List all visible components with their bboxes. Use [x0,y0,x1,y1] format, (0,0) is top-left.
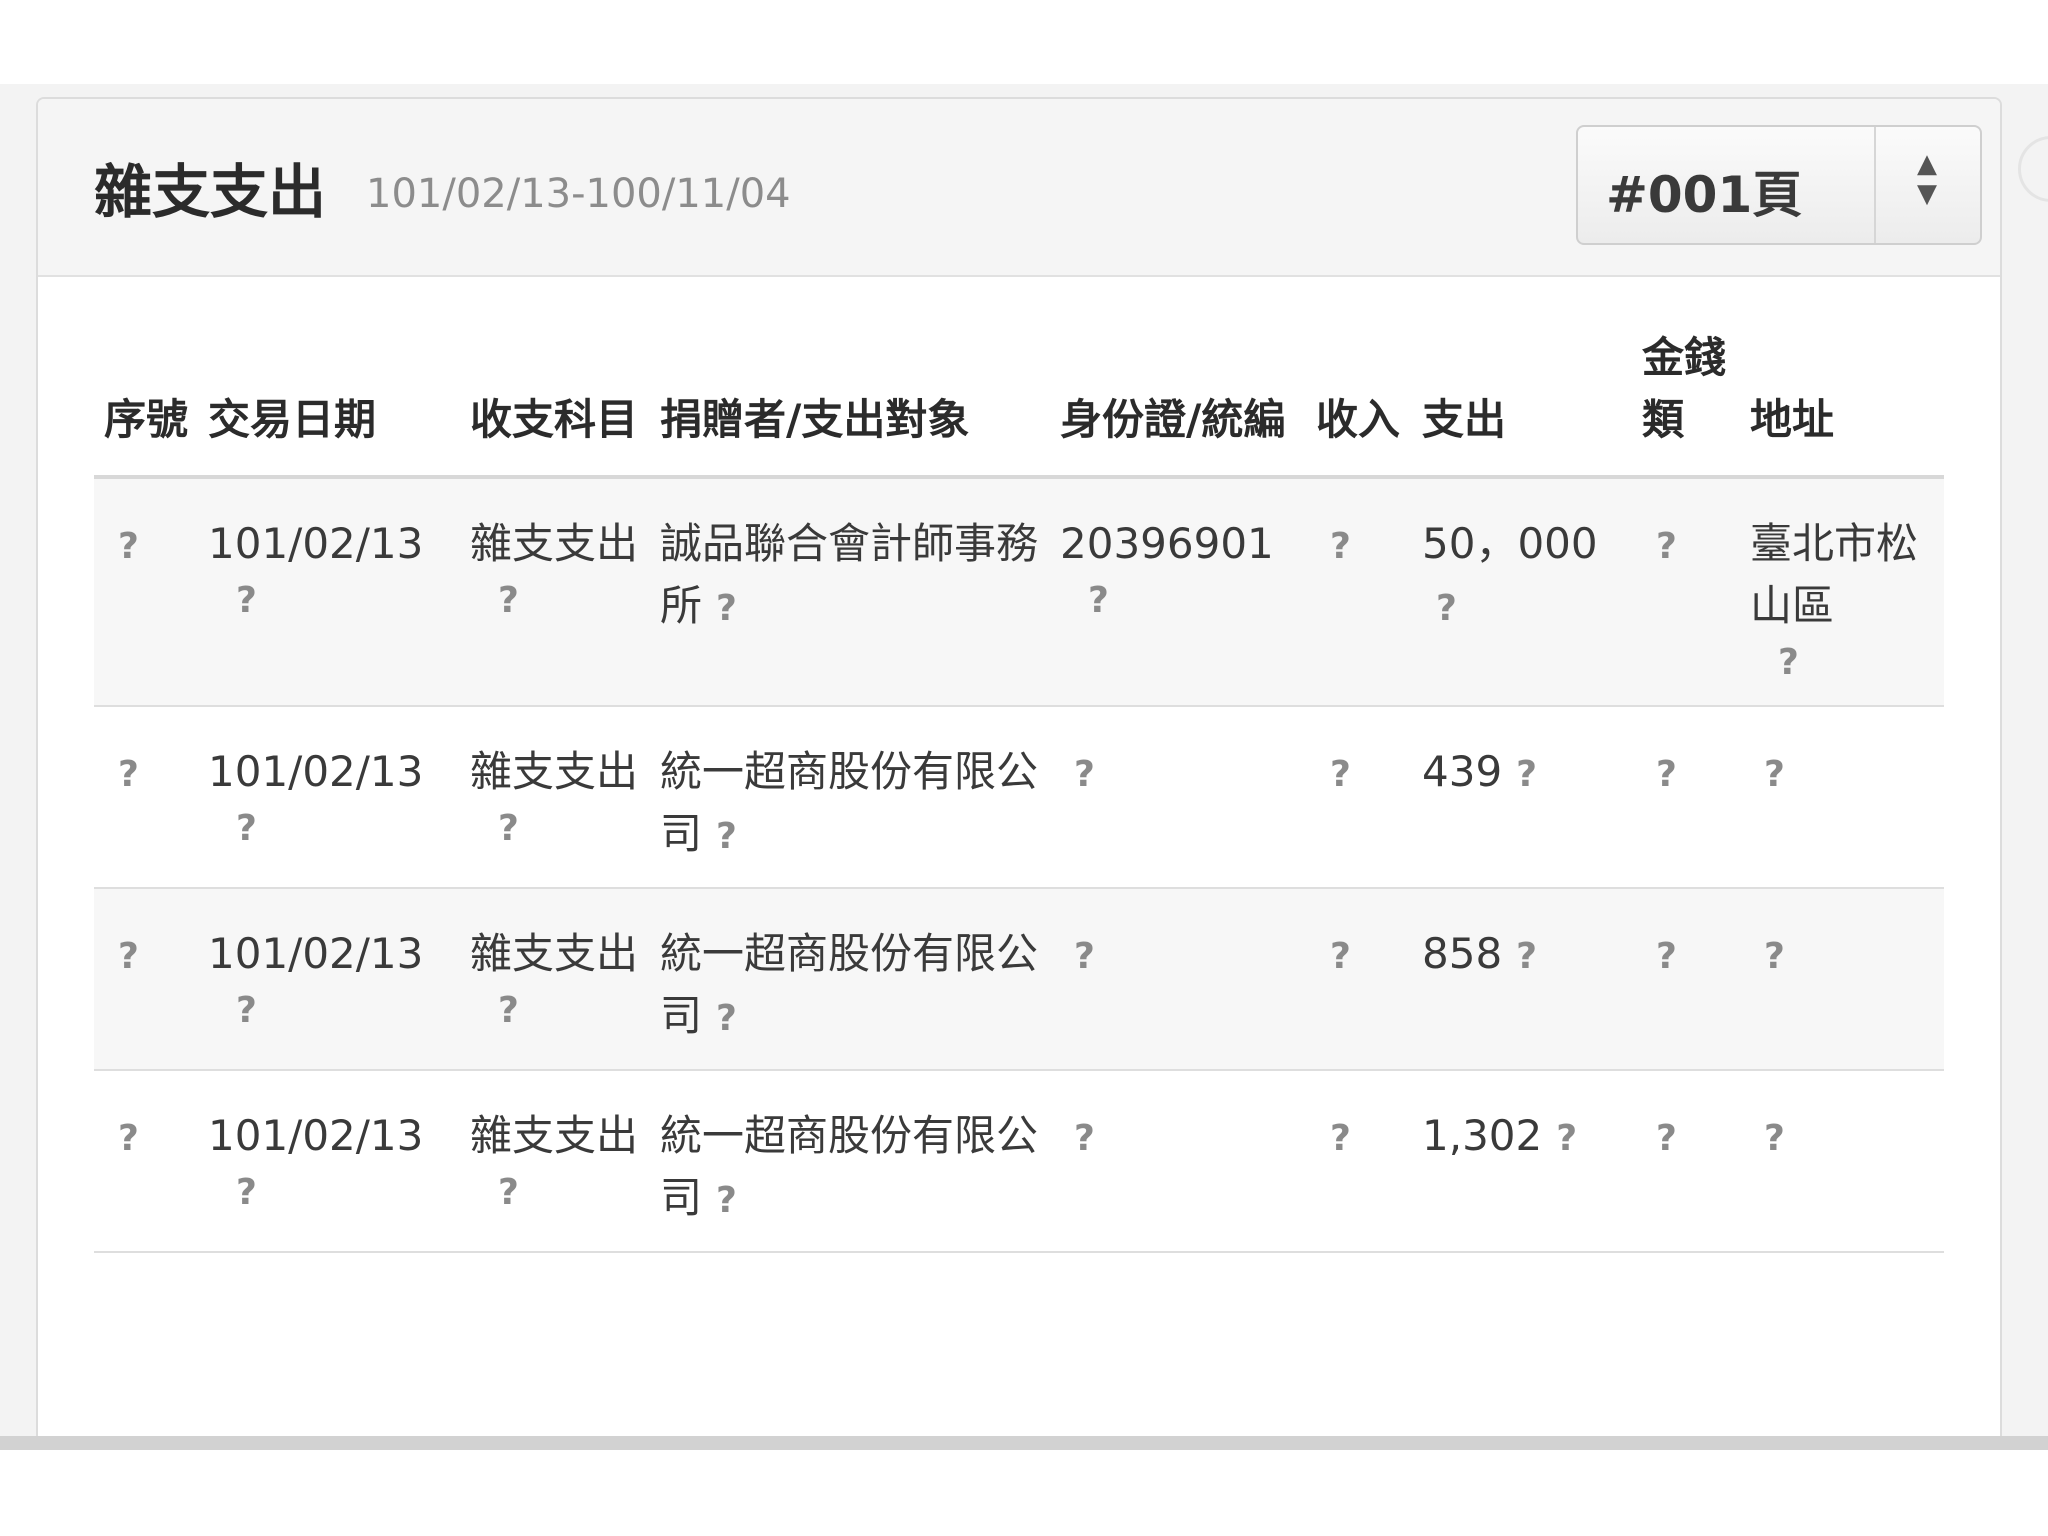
cell-expense: 439? [1412,706,1632,889]
cell-income: ? [1306,888,1412,1071]
ledger-panel: 雜支支出 101/02/13-100/11/04 #001頁 ▲ ▼ 序號 交易日… [36,97,2002,1442]
date-range: 101/02/13-100/11/04 [366,171,791,217]
cell-date: 101/02/13? [198,706,460,889]
help-icon[interactable]: ? [716,1180,737,1221]
help-icon[interactable]: ? [1330,754,1351,795]
page-select-value: #001頁 [1606,166,1803,224]
table-header-row: 序號 交易日期 收支科目 捐贈者/支出對象 身份證/統編 收入 支出 金錢類 地… [94,327,1944,479]
cell-seq: ? [94,706,198,889]
cell-id-number: ? [1050,1070,1306,1253]
cell-income: ? [1306,706,1412,889]
help-icon[interactable]: ? [1764,936,1785,977]
header-id-number[interactable]: 身份證/統編 [1050,327,1306,479]
cell-category: 雜支支出? [460,477,650,707]
help-icon[interactable]: ? [1764,1118,1785,1159]
help-icon[interactable]: ? [470,809,640,849]
cell-money-type: ? [1632,1070,1740,1253]
help-icon[interactable]: ? [208,991,450,1031]
table-row: ? 101/02/13? 雜支支出? 誠品聯合會計師事務所? 20396901?… [94,477,1944,707]
help-icon[interactable]: ? [1074,1118,1095,1159]
cell-id-number: ? [1050,706,1306,889]
help-icon[interactable]: ? [716,816,737,857]
help-icon[interactable]: ? [118,1118,139,1159]
cell-category: 雜支支出? [460,888,650,1071]
help-icon[interactable]: ? [1656,526,1677,567]
help-icon[interactable]: ? [208,1173,450,1213]
cell-seq: ? [94,888,198,1071]
help-icon[interactable]: ? [1656,1118,1677,1159]
cell-expense: 50，000? [1412,477,1632,707]
help-icon[interactable]: ? [1330,526,1351,567]
cell-expense: 1,302? [1412,1070,1632,1253]
help-icon[interactable]: ? [118,754,139,795]
help-icon[interactable]: ? [1656,936,1677,977]
header-party[interactable]: 捐贈者/支出對象 [650,327,1050,479]
help-icon[interactable]: ? [1656,754,1677,795]
cell-address: ? [1740,1070,1944,1253]
help-icon[interactable]: ? [1750,643,1934,683]
help-icon[interactable]: ? [1060,581,1296,621]
header-income[interactable]: 收入 [1306,327,1412,479]
cell-seq: ? [94,477,198,707]
page-select-divider [1874,127,1876,243]
cell-income: ? [1306,477,1412,707]
cell-party: 統一超商股份有限公司? [650,888,1050,1071]
cell-income: ? [1306,1070,1412,1253]
help-icon[interactable]: ? [1764,754,1785,795]
page-select[interactable]: #001頁 ▲ ▼ [1576,125,1982,245]
help-icon[interactable]: ? [1436,588,1457,629]
cell-date: 101/02/13? [198,888,460,1071]
cell-money-type: ? [1632,706,1740,889]
header-date[interactable]: 交易日期 [198,327,460,479]
header-category[interactable]: 收支科目 [460,327,650,479]
help-icon[interactable]: ? [1556,1118,1577,1159]
header-money-type[interactable]: 金錢類 [1632,327,1740,479]
ledger-table: 序號 交易日期 收支科目 捐贈者/支出對象 身份證/統編 收入 支出 金錢類 地… [94,327,1944,1253]
help-icon[interactable]: ? [1330,1118,1351,1159]
sort-arrows-icon: ▲ ▼ [1917,149,1937,209]
help-icon[interactable]: ? [1074,754,1095,795]
cell-id-number: ? [1050,888,1306,1071]
help-icon[interactable]: ? [470,1173,640,1213]
table-row: ? 101/02/13? 雜支支出? 統一超商股份有限公司? ? ? 1,302… [94,1070,1944,1253]
help-icon[interactable]: ? [208,809,450,849]
cell-seq: ? [94,1070,198,1253]
cell-party: 誠品聯合會計師事務所? [650,477,1050,707]
cell-date: 101/02/13? [198,477,460,707]
panel-header: 雜支支出 101/02/13-100/11/04 #001頁 ▲ ▼ [38,99,2000,277]
panel-title: 雜支支出 [94,158,327,226]
bottom-scroll-edge [0,1436,2048,1450]
help-icon[interactable]: ? [118,526,139,567]
header-address[interactable]: 地址 [1740,327,1944,479]
cell-id-number: 20396901? [1050,477,1306,707]
table-row: ? 101/02/13? 雜支支出? 統一超商股份有限公司? ? ? 439? … [94,706,1944,889]
help-icon[interactable]: ? [1516,754,1537,795]
header-seq[interactable]: 序號 [94,327,198,479]
help-icon[interactable]: ? [118,936,139,977]
cell-category: 雜支支出? [460,706,650,889]
help-icon[interactable]: ? [1330,936,1351,977]
help-icon[interactable]: ? [716,998,737,1039]
help-icon[interactable]: ? [1516,936,1537,977]
cell-money-type: ? [1632,888,1740,1071]
cell-party: 統一超商股份有限公司? [650,706,1050,889]
help-icon[interactable]: ? [1074,936,1095,977]
cell-category: 雜支支出? [460,1070,650,1253]
table-row: ? 101/02/13? 雜支支出? 統一超商股份有限公司? ? ? 858? … [94,888,1944,1071]
help-icon[interactable]: ? [716,588,737,629]
cell-money-type: ? [1632,477,1740,707]
cell-address: ? [1740,888,1944,1071]
help-icon[interactable]: ? [208,581,450,621]
help-icon[interactable]: ? [470,581,640,621]
cell-address: ? [1740,706,1944,889]
cell-date: 101/02/13? [198,1070,460,1253]
header-expense[interactable]: 支出 [1412,327,1632,479]
help-icon[interactable]: ? [470,991,640,1031]
cell-address: 臺北市松山區? [1740,477,1944,707]
cell-expense: 858? [1412,888,1632,1071]
cell-party: 統一超商股份有限公司? [650,1070,1050,1253]
